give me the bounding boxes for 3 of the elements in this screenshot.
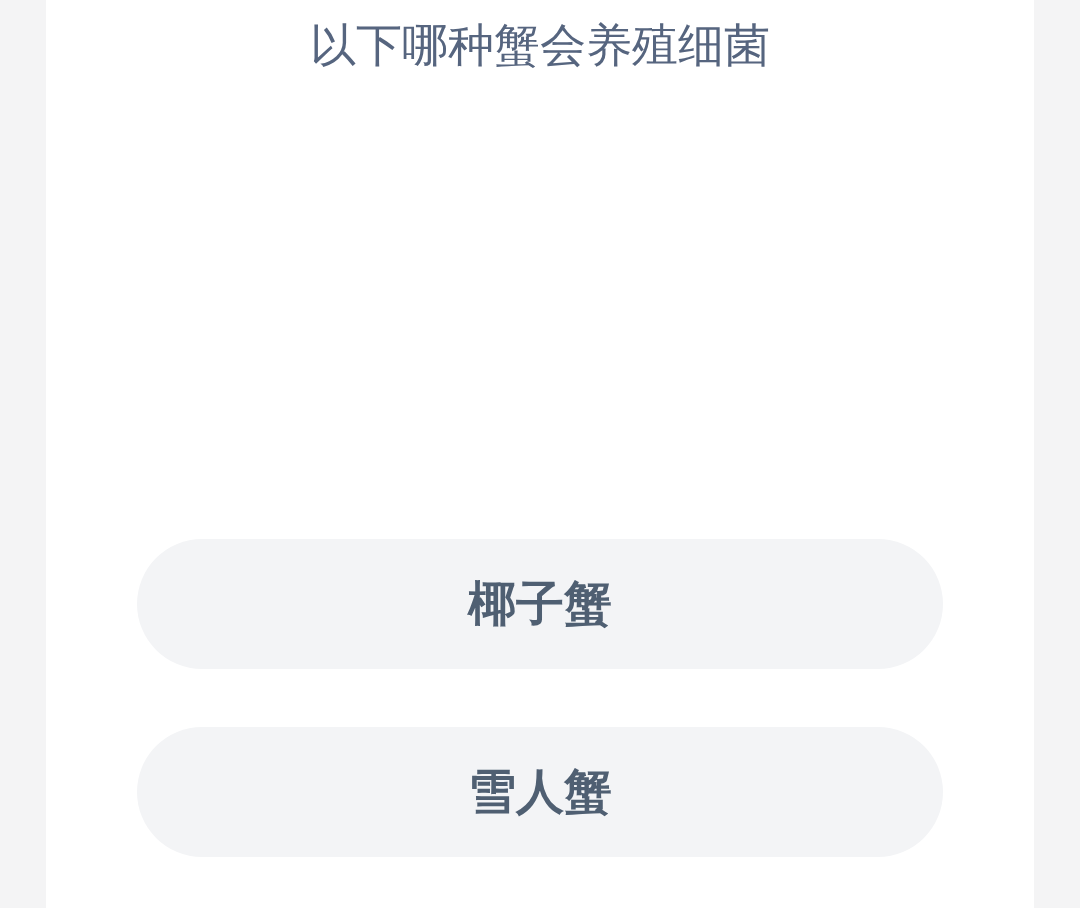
answer-option[interactable]: 雪人蟹 xyxy=(137,727,943,857)
answer-option[interactable]: 椰子蟹 xyxy=(137,539,943,669)
question-text: 以下哪种蟹会养殖细菌 xyxy=(310,17,770,74)
